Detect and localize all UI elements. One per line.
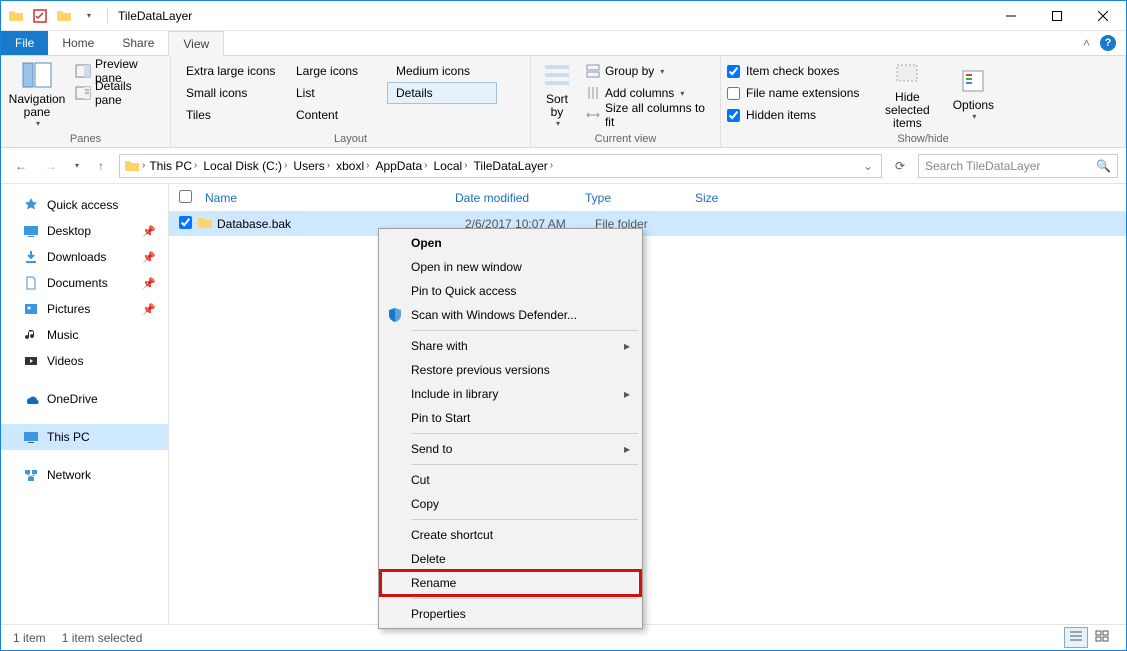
column-date[interactable]: Date modified [447, 191, 577, 205]
submenu-arrow-icon: ▸ [624, 339, 640, 353]
nav-onedrive[interactable]: OneDrive [1, 386, 168, 412]
options-button[interactable]: Options▾ [947, 60, 999, 126]
context-menu: Open Open in new window Pin to Quick acc… [378, 228, 643, 629]
row-checkbox[interactable] [179, 216, 192, 229]
breadcrumb-dropdown-icon[interactable]: ⌄ [863, 159, 873, 173]
menu-delete[interactable]: Delete [381, 547, 640, 571]
back-button[interactable]: ← [9, 154, 33, 178]
tab-view[interactable]: View [168, 31, 224, 56]
layout-details[interactable]: Details [387, 82, 497, 104]
sort-by-button[interactable]: Sort by▾ [537, 60, 577, 126]
file-list[interactable]: Name Date modified Type Size Database.ba… [169, 184, 1126, 624]
qat-dropdown-icon[interactable]: ▾ [77, 5, 99, 27]
window-title: TileDataLayer [112, 9, 192, 23]
search-icon: 🔍 [1096, 159, 1111, 173]
pin-icon: 📌 [142, 277, 156, 290]
nav-network[interactable]: Network [1, 462, 168, 488]
navigation-pane-button[interactable]: Navigation pane ▾ [7, 60, 67, 126]
layout-list[interactable]: List [287, 82, 387, 104]
menu-rename[interactable]: Rename [381, 571, 640, 595]
nav-desktop[interactable]: Desktop📌 [1, 218, 168, 244]
menu-share-with[interactable]: Share with▸ [381, 334, 640, 358]
qat-properties-icon[interactable] [29, 5, 51, 27]
layout-medium[interactable]: Medium icons [387, 60, 497, 82]
menu-include-library[interactable]: Include in library▸ [381, 382, 640, 406]
up-button[interactable]: ↑ [89, 154, 113, 178]
minimize-button[interactable] [988, 1, 1034, 31]
maximize-button[interactable] [1034, 1, 1080, 31]
nav-quick-access[interactable]: Quick access [1, 192, 168, 218]
layout-tiles[interactable]: Tiles [177, 104, 287, 126]
item-checkboxes-toggle[interactable]: Item check boxes [727, 60, 859, 82]
layout-content[interactable]: Content [287, 104, 387, 126]
column-headers[interactable]: Name Date modified Type Size [169, 184, 1126, 212]
select-all-checkbox[interactable] [179, 190, 192, 203]
qat-newfolder-icon[interactable] [53, 5, 75, 27]
layout-large[interactable]: Large icons [287, 60, 387, 82]
nav-this-pc[interactable]: This PC [1, 424, 168, 450]
titlebar: ▾ TileDataLayer [1, 1, 1126, 31]
ribbon-collapse-icon[interactable]: ˄ [1083, 36, 1090, 50]
column-size[interactable]: Size [687, 191, 767, 205]
hide-selected-button[interactable]: Hide selected items [871, 60, 943, 126]
file-extensions-toggle[interactable]: File name extensions [727, 82, 859, 104]
addressbar: ← → ▾ ↑ › This PC› Local Disk (C:)› User… [1, 148, 1126, 184]
search-input[interactable]: Search TileDataLayer 🔍 [918, 154, 1118, 178]
pin-icon: 📌 [142, 303, 156, 316]
layout-small[interactable]: Small icons [177, 82, 287, 104]
close-button[interactable] [1080, 1, 1126, 31]
refresh-button[interactable]: ⟳ [888, 154, 912, 178]
pin-icon: 📌 [142, 225, 156, 238]
group-by-button[interactable]: Group by▾ [581, 60, 714, 82]
forward-button[interactable]: → [39, 154, 63, 178]
menu-pin-quick[interactable]: Pin to Quick access [381, 279, 640, 303]
nav-videos[interactable]: Videos [1, 348, 168, 374]
menu-defender[interactable]: Scan with Windows Defender... [381, 303, 640, 327]
status-selected: 1 item selected [62, 631, 143, 645]
help-icon[interactable]: ? [1100, 35, 1116, 51]
folder-icon [197, 215, 215, 234]
ribbon: Navigation pane ▾ Preview pane Details p… [1, 56, 1126, 148]
view-large-button[interactable] [1090, 627, 1114, 648]
menu-properties[interactable]: Properties [381, 602, 640, 626]
menu-open-new-window[interactable]: Open in new window [381, 255, 640, 279]
shield-icon [387, 307, 403, 323]
menu-cut[interactable]: Cut [381, 468, 640, 492]
column-type[interactable]: Type [577, 191, 687, 205]
menu-send-to[interactable]: Send to▸ [381, 437, 640, 461]
recent-dropdown[interactable]: ▾ [69, 154, 83, 178]
tab-home[interactable]: Home [48, 31, 108, 55]
menubar: File Home Share View ˄ ? [1, 31, 1126, 56]
menu-copy[interactable]: Copy [381, 492, 640, 516]
nav-documents[interactable]: Documents📌 [1, 270, 168, 296]
layout-gallery[interactable]: Extra large icons Large icons Medium ico… [177, 60, 497, 126]
column-name[interactable]: Name [197, 191, 447, 205]
menu-create-shortcut[interactable]: Create shortcut [381, 523, 640, 547]
layout-extra-large[interactable]: Extra large icons [177, 60, 287, 82]
nav-music[interactable]: Music [1, 322, 168, 348]
menu-pin-start[interactable]: Pin to Start [381, 406, 640, 430]
nav-downloads[interactable]: Downloads📌 [1, 244, 168, 270]
file-row[interactable]: Database.bak 2/6/2017 10:07 AM File fold… [169, 212, 1126, 236]
menu-open[interactable]: Open [381, 231, 640, 255]
submenu-arrow-icon: ▸ [624, 442, 640, 456]
submenu-arrow-icon: ▸ [624, 387, 640, 401]
status-count: 1 item [13, 631, 46, 645]
hidden-items-toggle[interactable]: Hidden items [727, 104, 859, 126]
qat-folder-icon [5, 5, 27, 27]
view-details-button[interactable] [1064, 627, 1088, 648]
pin-icon: 📌 [142, 251, 156, 264]
nav-pictures[interactable]: Pictures📌 [1, 296, 168, 322]
details-pane-button[interactable]: Details pane [71, 82, 164, 104]
menu-restore[interactable]: Restore previous versions [381, 358, 640, 382]
file-menu[interactable]: File [1, 31, 48, 55]
breadcrumb[interactable]: › This PC› Local Disk (C:)› Users› xboxl… [119, 154, 882, 178]
tab-share[interactable]: Share [108, 31, 168, 55]
navigation-tree[interactable]: Quick access Desktop📌 Downloads📌 Documen… [1, 184, 169, 624]
size-columns-button[interactable]: Size all columns to fit [581, 104, 714, 126]
